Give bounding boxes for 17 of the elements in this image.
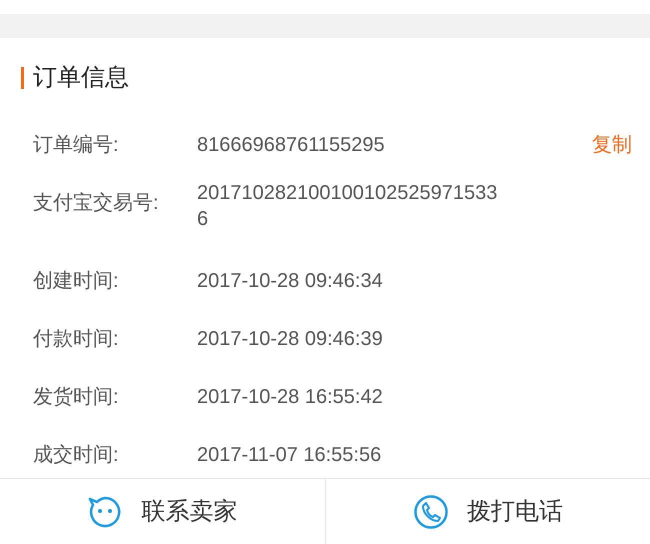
field-label: 创建时间: — [33, 269, 120, 294]
section-title: 订单信息 — [33, 63, 129, 93]
field-value: 2017-10-28 16:55:42 — [197, 385, 384, 410]
field-label: 订单编号: — [33, 133, 120, 158]
field-value: 2017-10-28 09:46:39 — [197, 327, 384, 352]
field-label: 发货时间: — [33, 385, 120, 410]
call-button[interactable]: 拨打电话 — [324, 479, 650, 544]
field-label: 支付宝交易号: — [33, 191, 160, 216]
field-value: 2017-11-07 16:55:56 — [197, 443, 382, 468]
accent-bar — [21, 67, 24, 89]
field-label: 成交时间: — [33, 443, 120, 468]
phone-icon — [412, 494, 449, 530]
field-label: 付款时间: — [33, 327, 120, 352]
field-value: 81666968761155295 — [197, 133, 386, 158]
contact-button[interactable]: 联系卖家 — [0, 479, 324, 544]
field-value: 2017-10-28 09:46:34 — [197, 269, 384, 294]
field-value: 2017102821001001025259715336 — [197, 181, 498, 232]
